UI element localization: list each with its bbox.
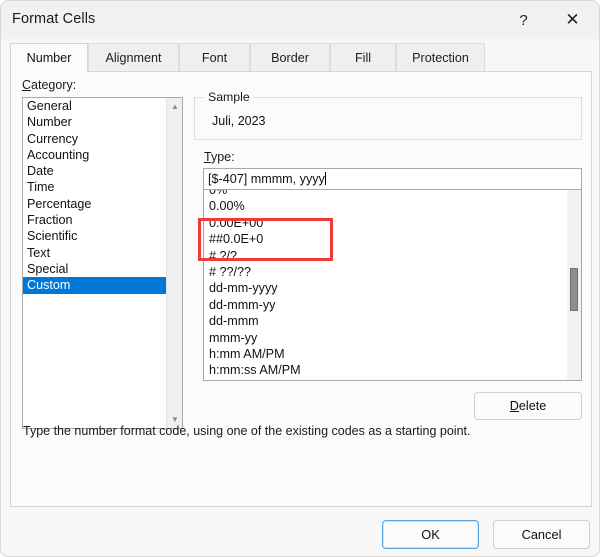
category-item-currency[interactable]: Currency — [23, 131, 182, 147]
category-item-special[interactable]: Special — [23, 261, 182, 277]
delete-button-rest: elete — [518, 399, 547, 413]
type-label-rest: ype: — [210, 150, 235, 164]
tab-label: Alignment — [105, 51, 162, 65]
tab-content-panel: Category: General Number Currency Accountin… — [10, 71, 592, 507]
sample-groupbox: Sample Juli, 2023 — [194, 90, 582, 140]
format-code-items: 0% 0.00% 0.00E+00 ##0.0E+0 # ?/? # ??/?? dd-mm… — [204, 190, 581, 379]
tab-fill[interactable]: Fill — [330, 43, 396, 72]
close-icon[interactable]: ✕ — [550, 1, 595, 39]
category-item-custom[interactable]: Custom — [23, 277, 182, 294]
type-label-accel: T — [204, 150, 211, 164]
category-item-general[interactable]: General — [23, 98, 182, 114]
format-cells-dialog: Format Cells ? ✕ Number Alignment Font Bord… — [0, 0, 600, 557]
category-item-text[interactable]: Text — [23, 245, 182, 261]
tab-label: Font — [201, 51, 228, 65]
format-code-item[interactable]: mmm-yy — [204, 330, 581, 346]
format-code-item[interactable]: dd-mm-yyyy — [204, 280, 581, 296]
tab-border[interactable]: Border — [250, 43, 330, 72]
delete-button[interactable]: Delete — [474, 392, 582, 420]
category-item-number[interactable]: Number — [23, 114, 182, 130]
category-label-accel: C — [22, 78, 32, 92]
type-label: Type: — [204, 150, 235, 164]
category-item-date[interactable]: Date — [23, 163, 182, 179]
tab-label: Fill — [354, 51, 372, 65]
category-item-accounting[interactable]: Accounting — [23, 147, 182, 163]
help-text: Type the number format code, using one o… — [23, 424, 471, 438]
type-input[interactable]: [$-407] mmmm, yyyy — [203, 168, 582, 190]
format-code-item[interactable]: h:mm:ss AM/PM — [204, 362, 581, 378]
format-list-scroll-thumb[interactable] — [570, 268, 578, 311]
ok-button[interactable]: OK — [382, 520, 479, 549]
tab-alignment[interactable]: Alignment — [88, 43, 179, 72]
sample-legend: Sample — [204, 90, 254, 104]
format-code-item[interactable]: 0.00% — [204, 198, 581, 214]
category-listbox[interactable]: General Number Currency Accounting Date Time P… — [22, 97, 183, 429]
format-code-listbox[interactable]: 0% 0.00% 0.00E+00 ##0.0E+0 # ?/? # ??/?? dd-mm… — [203, 189, 582, 381]
format-code-item[interactable]: # ??/?? — [204, 264, 581, 280]
cancel-button-label: Cancel — [521, 527, 562, 542]
category-item-percentage[interactable]: Percentage — [23, 196, 182, 212]
tab-label: Border — [271, 51, 309, 65]
cancel-button[interactable]: Cancel — [493, 520, 590, 549]
scroll-up-arrow-icon[interactable]: ▲ — [167, 98, 182, 115]
tab-label: Protection — [412, 51, 469, 65]
category-scrollbar[interactable]: ▲ ▼ — [166, 98, 182, 428]
format-code-item[interactable]: ##0.0E+0 — [204, 231, 581, 247]
category-label: Category: — [22, 78, 76, 92]
sample-value: Juli, 2023 — [212, 114, 266, 128]
format-code-item[interactable]: dd-mmm-yy — [204, 297, 581, 313]
category-item-fraction[interactable]: Fraction — [23, 212, 182, 228]
tab-protection[interactable]: Protection — [396, 43, 485, 72]
format-code-item[interactable]: # ?/? — [204, 248, 581, 264]
category-label-rest: ategory: — [31, 78, 77, 92]
format-list-scrollbar[interactable] — [567, 190, 581, 380]
format-code-item[interactable]: h:mm AM/PM — [204, 346, 581, 362]
help-icon[interactable]: ? — [501, 1, 546, 39]
title-bar: Format Cells ? ✕ — [1, 1, 599, 39]
category-item-scientific[interactable]: Scientific — [23, 228, 182, 244]
text-caret — [324, 172, 326, 185]
format-code-item[interactable]: 0% — [204, 190, 581, 198]
tab-strip: Number Alignment Font Border Fill Protection — [10, 43, 592, 72]
ok-button-label: OK — [421, 527, 440, 542]
tab-label: Number — [26, 51, 72, 65]
type-input-value: [$-407] mmmm, yyyy — [208, 172, 325, 186]
delete-button-accel: D — [509, 399, 519, 413]
tab-number[interactable]: Number — [10, 43, 88, 72]
format-code-item[interactable]: dd-mmm — [204, 313, 581, 329]
category-items: General Number Currency Accounting Date Time P… — [23, 98, 182, 294]
format-code-item[interactable]: 0.00E+00 — [204, 215, 581, 231]
dialog-title: Format Cells — [12, 11, 96, 27]
tab-font[interactable]: Font — [179, 43, 250, 72]
category-item-time[interactable]: Time — [23, 179, 182, 195]
